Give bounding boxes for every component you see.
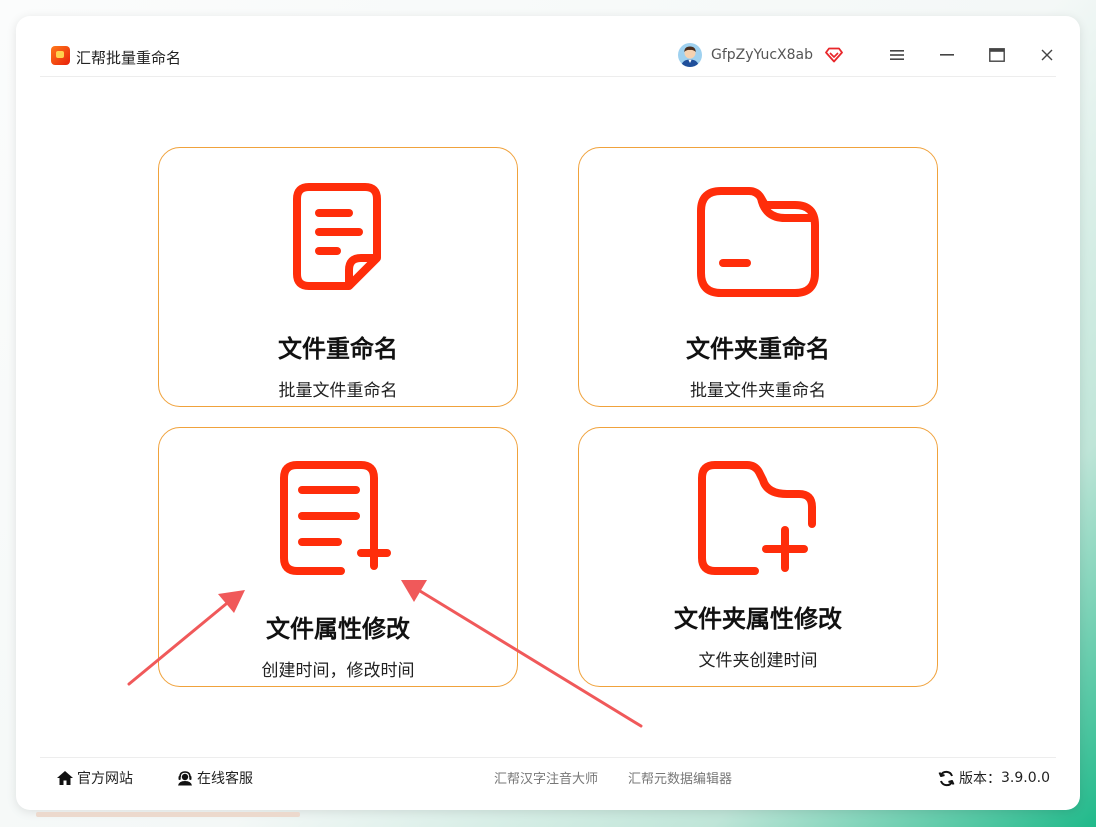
version-label: 版本： (959, 771, 1002, 787)
card-folder-attribute[interactable]: 文件夹属性修改 文件夹创建时间 (578, 427, 938, 687)
minimize-icon (940, 54, 954, 56)
card-subtitle: 创建时间，修改时间 (261, 661, 415, 681)
file-attribute-icon (280, 461, 391, 575)
menu-button[interactable] (883, 42, 911, 68)
card-subtitle: 文件夹创建时间 (698, 651, 818, 671)
close-icon (1041, 49, 1053, 61)
close-button[interactable] (1033, 42, 1061, 68)
taskbar-hint (36, 812, 300, 817)
version-number: 3.9.0.0 (1001, 770, 1050, 786)
metadata-editor-link[interactable]: 汇帮元数据编辑器 (628, 768, 732, 787)
official-website-label: 官方网站 (77, 771, 133, 787)
refresh-icon[interactable] (938, 770, 955, 787)
card-file-rename[interactable]: 文件重命名 批量文件重命名 (158, 147, 518, 407)
vip-diamond-icon[interactable] (825, 46, 843, 64)
card-title: 文件夹重命名 (686, 335, 830, 363)
customer-service-icon (178, 771, 192, 786)
pinyin-master-link[interactable]: 汇帮汉字注音大师 (494, 768, 598, 787)
version-info: 版本： 3.9.0.0 (938, 768, 1050, 788)
online-support-label: 在线客服 (197, 771, 253, 787)
card-title: 文件重命名 (278, 335, 398, 363)
app-window: 汇帮批量重命名 GfpZyYucX8ab 文件重命名 批量文件重命名 文件夹重命… (16, 16, 1080, 810)
username[interactable]: GfpZyYucX8ab (711, 47, 813, 63)
card-folder-rename[interactable]: 文件夹重命名 批量文件夹重命名 (578, 147, 938, 407)
file-rename-icon (293, 183, 381, 290)
app-logo-icon (51, 46, 70, 65)
online-support-link[interactable]: 在线客服 (176, 768, 253, 788)
official-website-link[interactable]: 官方网站 (56, 768, 133, 788)
title-bar: 汇帮批量重命名 GfpZyYucX8ab (40, 34, 1056, 77)
user-avatar[interactable] (678, 43, 702, 67)
folder-attribute-icon (698, 461, 816, 575)
card-title: 文件夹属性修改 (674, 605, 842, 633)
folder-rename-icon (697, 187, 819, 297)
card-subtitle: 批量文件夹重命名 (690, 381, 826, 401)
maximize-icon (989, 48, 1005, 62)
card-subtitle: 批量文件重命名 (278, 381, 398, 401)
hamburger-menu-icon (890, 50, 904, 60)
card-file-attribute[interactable]: 文件属性修改 创建时间，修改时间 (158, 427, 518, 687)
maximize-button[interactable] (983, 42, 1011, 68)
footer-bar: 官方网站 在线客服 汇帮汉字注音大师 汇帮元数据编辑器 版本： 3.9.0.0 (40, 757, 1056, 793)
minimize-button[interactable] (933, 42, 961, 68)
home-icon (57, 771, 73, 785)
app-title: 汇帮批量重命名 (76, 49, 182, 67)
card-title: 文件属性修改 (266, 615, 410, 643)
